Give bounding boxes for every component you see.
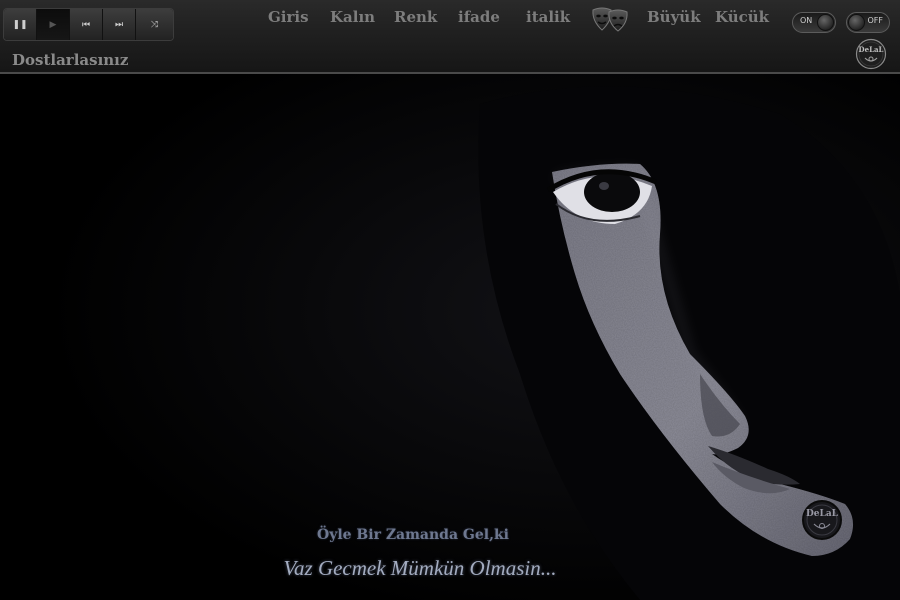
- toggle-off-label: OFF: [867, 16, 884, 25]
- caption-line-1: Öyle Bir Zamanda Gel,ki: [317, 527, 509, 543]
- toggle-knob: [817, 14, 834, 31]
- theater-mask-icon[interactable]: [590, 5, 630, 33]
- delal-logo-icon: DeLaL: [855, 38, 887, 70]
- top-toolbar: ❚❚ ▶ ⏮ ⏭ ⤨ Giris Kalın Renk ifade italik: [0, 0, 900, 74]
- toggle-on-label: ON: [800, 16, 813, 25]
- menu-italik[interactable]: italik: [526, 8, 570, 26]
- next-track-button[interactable]: ⏭: [103, 9, 136, 40]
- previous-track-icon: ⏮: [81, 19, 91, 30]
- friends-label[interactable]: Dostlarlasınız: [12, 51, 128, 69]
- menu-giris[interactable]: Giris: [268, 8, 309, 26]
- toggle-on[interactable]: ON: [792, 12, 836, 33]
- caption-line-2: Vaz Gecmek Mümkün Olmasin...: [283, 556, 557, 580]
- toggle-knob: [848, 14, 865, 31]
- music-player-controls: ❚❚ ▶ ⏮ ⏭ ⤨: [3, 8, 174, 41]
- logo-text: DeLaL: [859, 45, 884, 54]
- pause-button[interactable]: ❚❚: [4, 9, 37, 40]
- menu-kalin[interactable]: Kalın: [330, 8, 375, 26]
- menu-buyuk[interactable]: Büyük: [647, 8, 701, 26]
- pause-icon: ❚❚: [12, 19, 28, 30]
- face-artwork: DeLaL: [0, 74, 900, 600]
- play-icon: ▶: [49, 19, 57, 30]
- menu-renk[interactable]: Renk: [394, 8, 437, 26]
- shuffle-button[interactable]: ⤨: [136, 9, 173, 40]
- previous-track-button[interactable]: ⏮: [70, 9, 103, 40]
- signature-text: DeLaL: [806, 509, 839, 519]
- menu-kucuk[interactable]: Kücük: [715, 8, 769, 26]
- app-window: ❚❚ ▶ ⏮ ⏭ ⤨ Giris Kalın Renk ifade italik: [0, 0, 900, 600]
- play-button[interactable]: ▶: [37, 9, 70, 40]
- menu-ifade[interactable]: ifade: [458, 8, 500, 26]
- shuffle-icon: ⤨: [150, 19, 159, 30]
- toggle-off[interactable]: OFF: [846, 12, 890, 33]
- next-track-icon: ⏭: [114, 19, 124, 30]
